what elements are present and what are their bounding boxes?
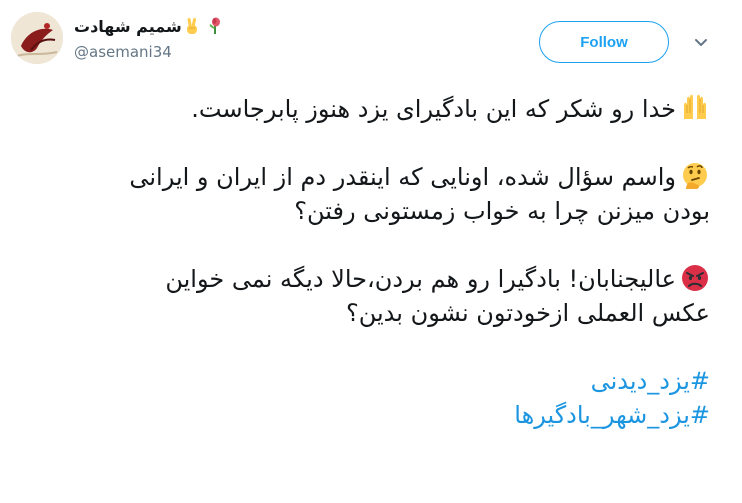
user-handle[interactable]: @asemani34 (74, 43, 172, 61)
more-options-button[interactable] (690, 32, 712, 54)
wilted-flower-icon (205, 16, 225, 36)
display-name[interactable]: شمیم شهادت (74, 17, 182, 36)
thinking-face-icon (680, 161, 710, 191)
tweet-line: بودن میزنن چرا به خواب زمستونی رفتن؟ (30, 194, 710, 228)
tweet-line: واسم سؤال شده، اونایی که اینقدر دم از ای… (30, 160, 710, 194)
tweet-text: خدا رو شکر که این بادگیرای یزد هنوز پابر… (30, 92, 710, 432)
hashtag-link[interactable]: #یزد_دیدنی (30, 364, 710, 398)
chevron-down-icon (695, 39, 707, 46)
raising-hands-icon (680, 93, 710, 123)
display-name-row: شمیم شهادت (74, 14, 228, 38)
tweet-line-text: عالیجنابان! بادگیرا رو هم بردن،حالا دیگه… (165, 265, 676, 293)
tweet-line: خدا رو شکر که این بادگیرای یزد هنوز پابر… (30, 92, 710, 126)
avatar-image (11, 12, 63, 64)
follow-button[interactable]: Follow (539, 21, 669, 63)
tweet-line-text: بودن میزنن چرا به خواب زمستونی رفتن؟ (294, 197, 710, 225)
tweet-line-text: واسم سؤال شده، اونایی که اینقدر دم از ای… (129, 163, 676, 191)
tweet-line-text: عکس العملی ازخودتون نشون بدین؟ (345, 299, 710, 327)
tweet-line-text: خدا رو شکر که این بادگیرای یزد هنوز پابر… (191, 95, 676, 123)
hashtag-link[interactable]: #یزد_شهر_بادگیرها (30, 398, 710, 432)
user-info: شمیم شهادت @asemani34 (74, 12, 404, 64)
tweet-line: عکس العملی ازخودتون نشون بدین؟ (30, 296, 710, 330)
angry-face-icon (680, 263, 710, 293)
victory-hand-icon (182, 16, 202, 36)
avatar[interactable] (11, 12, 63, 64)
tweet-line: عالیجنابان! بادگیرا رو هم بردن،حالا دیگه… (30, 262, 710, 296)
